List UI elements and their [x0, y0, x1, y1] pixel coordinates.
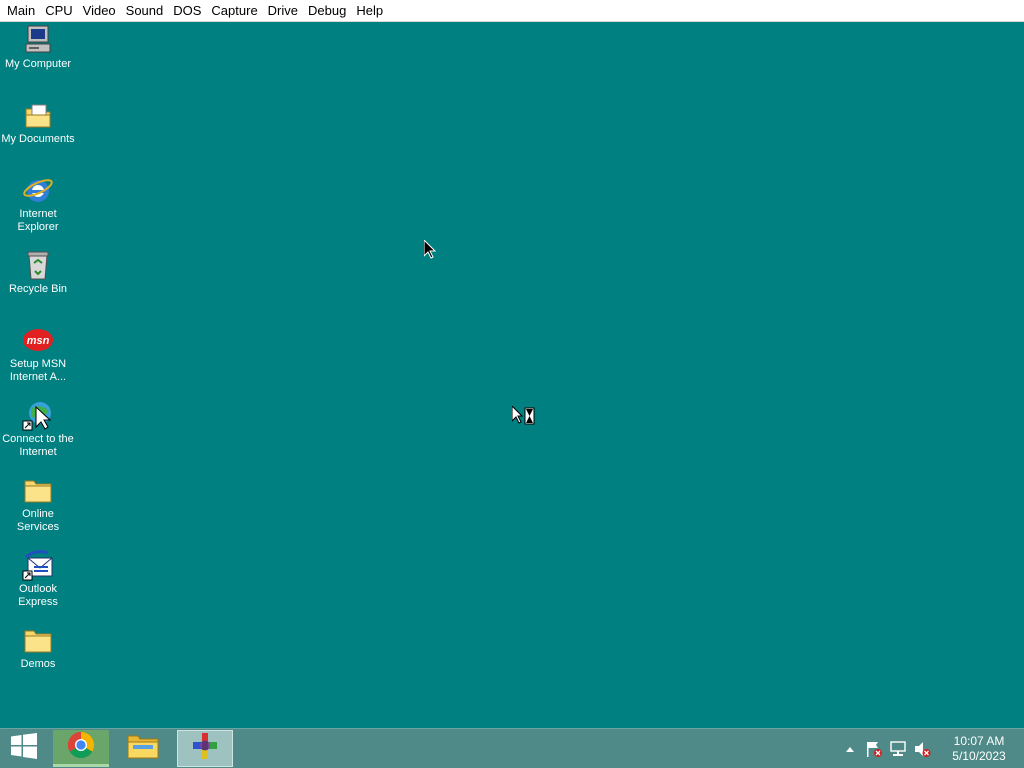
- desktop-icon-label: Connect to the Internet: [2, 433, 74, 458]
- menu-dos[interactable]: DOS: [168, 0, 206, 22]
- my-documents-icon: [22, 99, 54, 131]
- system-tray: 10:07 AM 5/10/2023: [838, 729, 1024, 768]
- menu-video[interactable]: Video: [78, 0, 121, 22]
- desktop-icon-label: Outlook Express: [18, 583, 58, 608]
- folder-icon: [22, 624, 54, 656]
- menu-drive[interactable]: Drive: [263, 0, 303, 22]
- menu-debug[interactable]: Debug: [303, 0, 351, 22]
- desktop-icon-demos[interactable]: Demos: [0, 624, 76, 671]
- desktop-icon-online-services[interactable]: Online Services: [0, 474, 76, 534]
- desktop-icon-setup-msn[interactable]: msn Setup MSN Internet A...: [0, 324, 76, 384]
- internet-explorer-icon: [22, 174, 54, 206]
- taskbar-chrome-button[interactable]: [53, 730, 109, 767]
- desktop-icon-label: Setup MSN Internet A...: [9, 358, 67, 383]
- emulator-menu-bar: Main CPU Video Sound DOS Capture Drive D…: [0, 0, 1024, 22]
- folder-icon: [22, 474, 54, 506]
- volume-muted-icon[interactable]: [913, 740, 931, 758]
- desktop-icon-label: Internet Explorer: [17, 208, 59, 233]
- taskbar-dosbox-button[interactable]: [177, 730, 233, 767]
- menu-capture[interactable]: Capture: [206, 0, 262, 22]
- action-center-flag-icon[interactable]: [865, 740, 883, 758]
- desktop-icon-internet-explorer[interactable]: Internet Explorer: [0, 174, 76, 234]
- dosbox-icon: [190, 731, 220, 766]
- menu-sound[interactable]: Sound: [121, 0, 169, 22]
- busy-cursor-icon: [511, 404, 536, 431]
- start-button[interactable]: [0, 729, 48, 768]
- svg-text:msn: msn: [27, 335, 50, 347]
- msn-icon: msn: [22, 324, 54, 356]
- desktop-icon-connect-internet[interactable]: Connect to the Internet: [0, 399, 76, 459]
- desktop-icon-my-documents[interactable]: My Documents: [0, 99, 76, 146]
- desktop-icon-my-computer[interactable]: My Computer: [0, 24, 76, 71]
- network-icon[interactable]: [889, 740, 907, 758]
- clock-date: 5/10/2023: [952, 748, 1006, 763]
- connect-internet-icon: [22, 399, 54, 431]
- clock-time: 10:07 AM: [953, 733, 1005, 748]
- desktop[interactable]: My Computer My Documents Internet Explor…: [0, 22, 1024, 728]
- desktop-icon-label: Recycle Bin: [8, 283, 68, 295]
- menu-help[interactable]: Help: [351, 0, 388, 22]
- taskbar-clock[interactable]: 10:07 AM 5/10/2023: [934, 734, 1024, 764]
- menu-main[interactable]: Main: [2, 0, 40, 22]
- file-explorer-icon: [127, 732, 159, 765]
- mouse-pointer-icon: [423, 238, 437, 264]
- desktop-icon-label: My Documents: [1, 133, 75, 145]
- windows-logo-icon: [11, 733, 37, 764]
- taskbar: 10:07 AM 5/10/2023: [0, 728, 1024, 768]
- recycle-bin-icon: [22, 249, 54, 281]
- outlook-express-icon: [22, 549, 54, 581]
- chrome-icon: [67, 731, 95, 764]
- desktop-icon-label: My Computer: [4, 58, 72, 70]
- show-hidden-icons-icon[interactable]: [841, 740, 859, 758]
- desktop-icon-label: Online Services: [16, 508, 60, 533]
- desktop-icon-outlook-express[interactable]: Outlook Express: [0, 549, 76, 609]
- taskbar-file-explorer-button[interactable]: [115, 730, 171, 767]
- desktop-icon-recycle-bin[interactable]: Recycle Bin: [0, 249, 76, 296]
- my-computer-icon: [22, 24, 54, 56]
- desktop-icon-label: Demos: [20, 658, 56, 670]
- menu-cpu[interactable]: CPU: [40, 0, 77, 22]
